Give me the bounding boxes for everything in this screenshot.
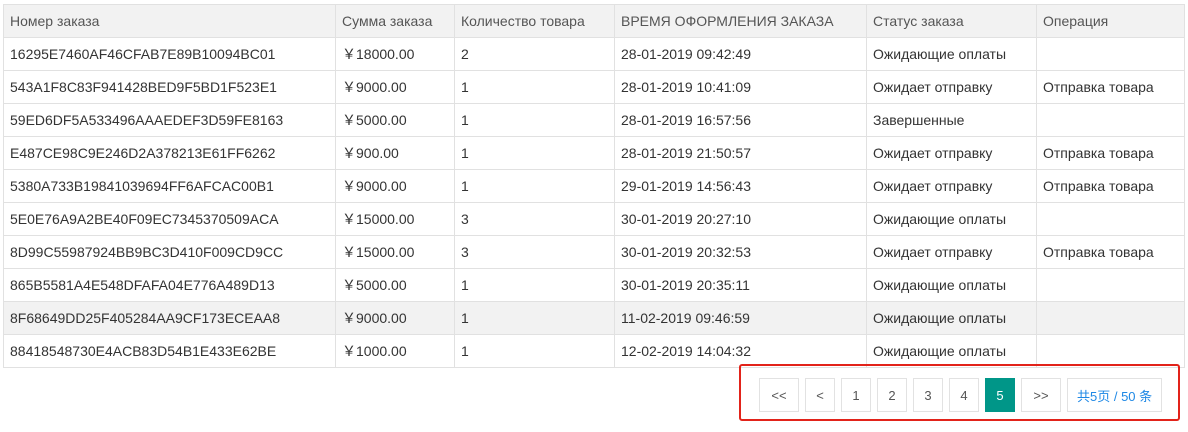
cell-order-number: 5380A733B19841039694FF6AFCAC00B1	[3, 169, 336, 203]
cell-status: Завершенные	[866, 103, 1037, 137]
cell-order-amount: ￥9000.00	[335, 70, 455, 104]
cell-status: Ожидает отправку	[866, 136, 1037, 170]
cell-status: Ожидает отправку	[866, 169, 1037, 203]
table-row: 8D99C55987924BB9BC3D410F009CD9CC ￥15000.0…	[3, 235, 1185, 269]
cell-order-time: 11-02-2019 09:46:59	[614, 301, 867, 335]
cell-order-number: E487CE98C9E246D2A378213E61FF6262	[3, 136, 336, 170]
cell-order-amount: ￥18000.00	[335, 37, 455, 71]
table-row: E487CE98C9E246D2A378213E61FF6262 ￥900.00 1…	[3, 136, 1185, 170]
cell-order-number: 8D99C55987924BB9BC3D410F009CD9CC	[3, 235, 336, 269]
cell-operation	[1036, 334, 1185, 368]
cell-status: Ожидает отправку	[866, 235, 1037, 269]
cell-order-amount: ￥5000.00	[335, 103, 455, 137]
ship-goods-link[interactable]: Отправка товара	[1036, 136, 1185, 170]
order-list-page: Номер заказа Сумма заказа Количество тов…	[0, 0, 1188, 432]
table-row: 865B5581A4E548DFAFA04E776A489D13 ￥5000.00…	[3, 268, 1185, 302]
orders-table: Номер заказа Сумма заказа Количество тов…	[3, 4, 1185, 368]
cell-order-time: 28-01-2019 16:57:56	[614, 103, 867, 137]
header-operation: Операция	[1036, 4, 1185, 38]
cell-operation	[1036, 103, 1185, 137]
ship-goods-link[interactable]: Отправка товара	[1036, 169, 1185, 203]
page-button-3[interactable]: 3	[913, 378, 943, 412]
cell-operation	[1036, 268, 1185, 302]
cell-quantity: 1	[454, 169, 615, 203]
cell-quantity: 3	[454, 235, 615, 269]
cell-order-amount: ￥15000.00	[335, 202, 455, 236]
cell-order-number: 543A1F8C83F941428BED9F5BD1F523E1	[3, 70, 336, 104]
header-status: Статус заказа	[866, 4, 1037, 38]
cell-order-number: 16295E7460AF46CFAB7E89B10094BC01	[3, 37, 336, 71]
page-button-1[interactable]: 1	[841, 378, 871, 412]
header-order-number: Номер заказа	[3, 4, 336, 38]
pagination: << < 1 2 3 4 5 >> 共5页 / 50 条	[759, 378, 1163, 412]
header-order-amount: Сумма заказа	[335, 4, 455, 38]
cell-quantity: 1	[454, 136, 615, 170]
table-row: 16295E7460AF46CFAB7E89B10094BC01 ￥18000.0…	[3, 37, 1185, 71]
cell-status: Ожидающие оплаты	[866, 268, 1037, 302]
cell-order-number: 865B5581A4E548DFAFA04E776A489D13	[3, 268, 336, 302]
cell-quantity: 1	[454, 70, 615, 104]
ship-goods-link[interactable]: Отправка товара	[1036, 235, 1185, 269]
cell-order-number: 8F68649DD25F405284AA9CF173ECEAA8	[3, 301, 336, 335]
cell-quantity: 2	[454, 37, 615, 71]
first-page-button[interactable]: <<	[759, 378, 799, 412]
cell-order-time: 30-01-2019 20:35:11	[614, 268, 867, 302]
cell-order-time: 28-01-2019 09:42:49	[614, 37, 867, 71]
cell-quantity: 1	[454, 103, 615, 137]
prev-page-button[interactable]: <	[805, 378, 835, 412]
cell-order-number: 59ED6DF5A533496AAAEDEF3D59FE8163	[3, 103, 336, 137]
cell-order-time: 28-01-2019 21:50:57	[614, 136, 867, 170]
cell-order-time: 30-01-2019 20:27:10	[614, 202, 867, 236]
cell-operation	[1036, 37, 1185, 71]
table-row: 59ED6DF5A533496AAAEDEF3D59FE8163 ￥5000.00…	[3, 103, 1185, 137]
cell-order-amount: ￥5000.00	[335, 268, 455, 302]
cell-order-amount: ￥9000.00	[335, 169, 455, 203]
cell-order-time: 30-01-2019 20:32:53	[614, 235, 867, 269]
cell-order-amount: ￥9000.00	[335, 301, 455, 335]
header-quantity: Количество товара	[454, 4, 615, 38]
cell-operation	[1036, 301, 1185, 335]
ship-goods-link[interactable]: Отправка товара	[1036, 70, 1185, 104]
cell-order-amount: ￥1000.00	[335, 334, 455, 368]
cell-quantity: 1	[454, 268, 615, 302]
cell-order-number: 5E0E76A9A2BE40F09EC7345370509ACA	[3, 202, 336, 236]
table-row: 543A1F8C83F941428BED9F5BD1F523E1 ￥9000.00…	[3, 70, 1185, 104]
pagination-total: 共5页 / 50 条	[1067, 378, 1163, 412]
cell-status: Ожидающие оплаты	[866, 37, 1037, 71]
table-row: 88418548730E4ACB83D54B1E433E62BE ￥1000.00…	[3, 334, 1185, 368]
cell-order-time: 28-01-2019 10:41:09	[614, 70, 867, 104]
cell-operation	[1036, 202, 1185, 236]
page-button-4[interactable]: 4	[949, 378, 979, 412]
cell-order-time: 29-01-2019 14:56:43	[614, 169, 867, 203]
cell-status: Ожидающие оплаты	[866, 334, 1037, 368]
cell-status: Ожидающие оплаты	[866, 202, 1037, 236]
header-order-time: ВРЕМЯ ОФОРМЛЕНИЯ ЗАКАЗА	[614, 4, 867, 38]
table-row: 8F68649DD25F405284AA9CF173ECEAA8 ￥9000.00…	[3, 301, 1185, 335]
cell-quantity: 1	[454, 334, 615, 368]
cell-quantity: 3	[454, 202, 615, 236]
table-row: 5E0E76A9A2BE40F09EC7345370509ACA ￥15000.0…	[3, 202, 1185, 236]
cell-status: Ожидает отправку	[866, 70, 1037, 104]
cell-order-amount: ￥900.00	[335, 136, 455, 170]
table-header-row: Номер заказа Сумма заказа Количество тов…	[3, 4, 1185, 38]
cell-quantity: 1	[454, 301, 615, 335]
next-page-button[interactable]: >>	[1021, 378, 1061, 412]
table-row: 5380A733B19841039694FF6AFCAC00B1 ￥9000.00…	[3, 169, 1185, 203]
page-button-2[interactable]: 2	[877, 378, 907, 412]
cell-status: Ожидающие оплаты	[866, 301, 1037, 335]
page-button-5-current[interactable]: 5	[985, 378, 1015, 412]
cell-order-number: 88418548730E4ACB83D54B1E433E62BE	[3, 334, 336, 368]
cell-order-time: 12-02-2019 14:04:32	[614, 334, 867, 368]
cell-order-amount: ￥15000.00	[335, 235, 455, 269]
